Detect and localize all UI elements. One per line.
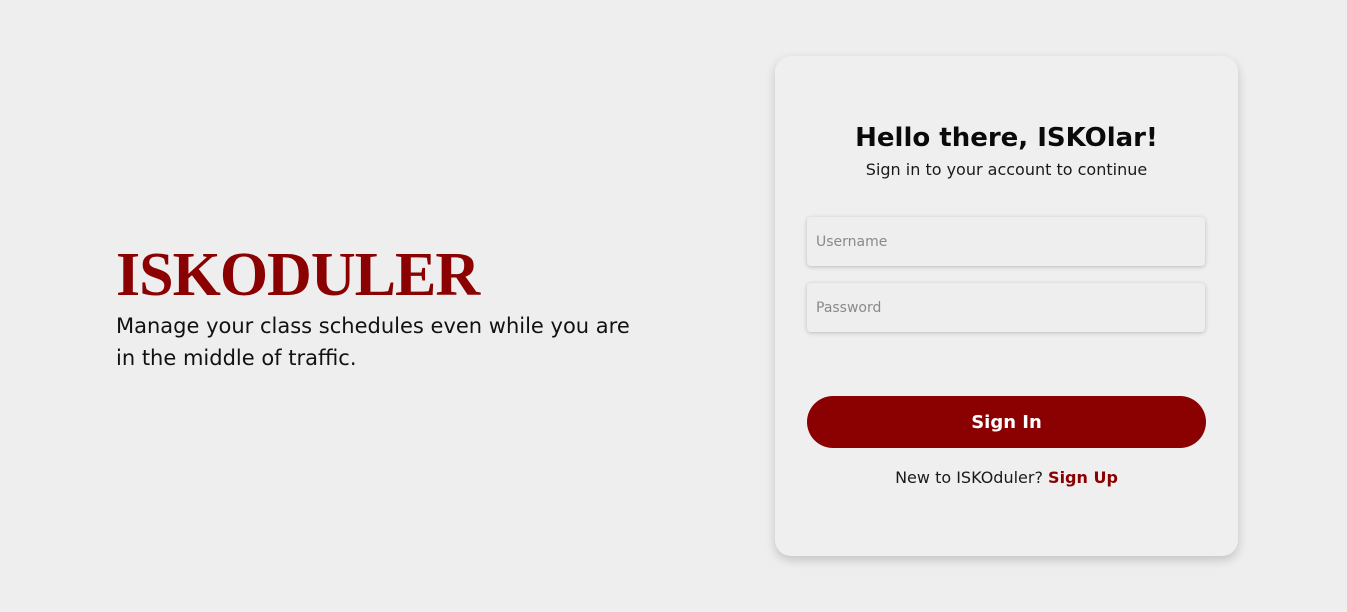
signup-prompt-text: New to ISKOduler? bbox=[895, 468, 1049, 487]
username-input[interactable] bbox=[807, 217, 1205, 266]
sign-in-button[interactable]: Sign In bbox=[807, 396, 1206, 448]
signup-prompt-row: New to ISKOduler? Sign Up bbox=[775, 467, 1238, 489]
hero-section: ISKODULER Manage your class schedules ev… bbox=[116, 242, 656, 374]
password-input[interactable] bbox=[807, 283, 1205, 332]
login-card: Hello there, ISKOlar! Sign in to your ac… bbox=[775, 56, 1238, 556]
brand-logo: ISKODULER bbox=[116, 241, 480, 309]
login-page: ISKODULER Manage your class schedules ev… bbox=[0, 0, 1347, 612]
sign-up-link[interactable]: Sign Up bbox=[1048, 468, 1118, 487]
tagline: Manage your class schedules even while y… bbox=[116, 314, 630, 370]
login-subtitle: Sign in to your account to continue bbox=[865, 160, 1148, 179]
login-title: Hello there, ISKOlar! bbox=[855, 123, 1158, 153]
